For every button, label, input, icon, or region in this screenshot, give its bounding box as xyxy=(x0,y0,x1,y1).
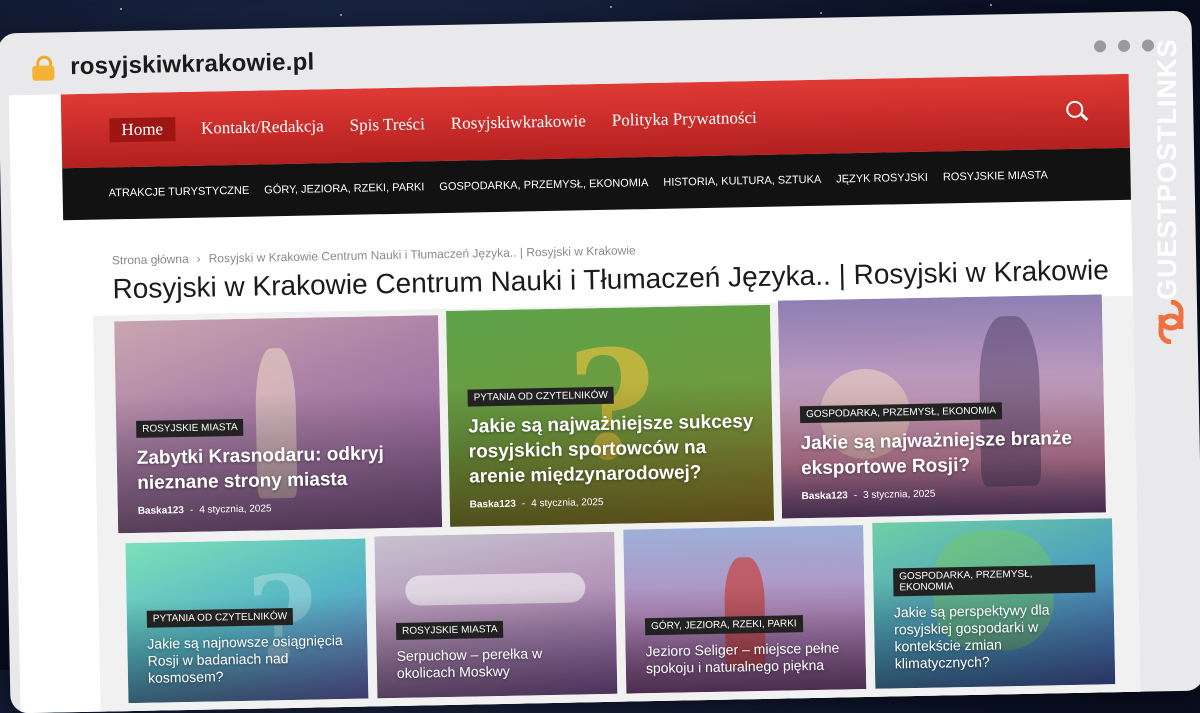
cat-gory[interactable]: GÓRY, JEZIORA, RZEKI, PARKI xyxy=(264,181,424,196)
post-card-4[interactable]: GOSPODARKA, PRZEMYSŁ, EKONOMIA Jakie są … xyxy=(872,518,1116,689)
badge-text: GUESTPOSTLINKS xyxy=(1152,38,1182,300)
featured-post-2[interactable]: ? PYTANIA OD CZYTELNIKÓW Jakie są najważ… xyxy=(445,304,775,527)
post-date: 4 stycznia, 2025 xyxy=(199,503,272,516)
breadcrumb-current: Rosyjski w Krakowie Centrum Nauki i Tłum… xyxy=(208,243,636,266)
post-title[interactable]: Jakie są najnowsze osiągnięcia Rosji w b… xyxy=(147,632,350,687)
post-author[interactable]: Baska123 xyxy=(138,505,184,517)
post-author[interactable]: Baska123 xyxy=(470,499,516,511)
cat-miasta[interactable]: ROSYJSKIE MIASTA xyxy=(943,169,1048,183)
post-title[interactable]: Zabytki Krasnodaru: odkryj nieznane stro… xyxy=(137,440,424,495)
featured-post-1[interactable]: ROSYJSKIE MIASTA Zabytki Krasnodaru: odk… xyxy=(114,315,443,534)
post-category[interactable]: ROSYJSKIE MIASTA xyxy=(136,418,244,438)
post-author[interactable]: Baska123 xyxy=(802,490,848,502)
web-page: Home Kontakt/Redakcja Spis Treści Rosyjs… xyxy=(8,73,1141,713)
cat-gospodarka[interactable]: GOSPODARKA, PRZEMYSŁ, EKONOMIA xyxy=(439,177,648,193)
post-category[interactable]: ROSYJSKIE MIASTA xyxy=(395,620,504,640)
post-category[interactable]: PYTANIA OD CZYTELNIKÓW xyxy=(467,386,615,407)
post-card-3[interactable]: GÓRY, JEZIORA, RZEKI, PARKI Jezioro Seli… xyxy=(623,524,867,694)
cat-historia[interactable]: HISTORIA, KULTURA, SZTUKA xyxy=(663,174,821,189)
nav-polityka[interactable]: Polityka Prywatności xyxy=(612,108,757,131)
post-category[interactable]: GOSPODARKA, PRZEMYSŁ, EKONOMIA xyxy=(893,564,1096,597)
nav-home[interactable]: Home xyxy=(109,117,176,143)
chain-link-icon xyxy=(1158,300,1184,344)
lock-icon xyxy=(32,55,55,81)
post-title[interactable]: Jakie są najważniejsze sukcesy rosyjskic… xyxy=(468,409,755,489)
guestpostlinks-badge: GUESTPOSTLINKS xyxy=(1144,0,1200,670)
breadcrumb: Strona główna › Rosyjski w Krakowie Centru… xyxy=(111,243,636,268)
post-title[interactable]: Jezioro Seliger – miejsce pełne spokoju … xyxy=(645,639,848,677)
post-date: 4 stycznia, 2025 xyxy=(531,496,604,510)
post-title[interactable]: Jakie są perspektywy dla rosyjskiej gosp… xyxy=(894,601,1097,673)
featured-post-3[interactable]: GOSPODARKA, PRZEMYSŁ, EKONOMIA Jakie są … xyxy=(777,294,1106,519)
post-card-2[interactable]: ROSYJSKIE MIASTA Serpuchow – perełka w o… xyxy=(374,531,618,699)
post-category[interactable]: PYTANIA OD CZYTELNIKÓW xyxy=(146,607,294,628)
nav-spis-tresci[interactable]: Spis Treści xyxy=(350,114,425,135)
post-title[interactable]: Serpuchow – perełka w okolicach Moskwy xyxy=(396,644,599,682)
nav-rosyjskiwkrakowie[interactable]: Rosyjskiwkrakowie xyxy=(451,111,586,134)
post-category[interactable]: GOSPODARKA, PRZEMYSŁ, EKONOMIA xyxy=(799,402,1003,424)
cat-jezyk[interactable]: JĘZYK ROSYJSKI xyxy=(836,172,928,186)
breadcrumb-home[interactable]: Strona główna xyxy=(112,252,189,267)
browser-window: rosyjskiwkrakowie.pl Home Kontakt/Redakc… xyxy=(0,10,1200,713)
post-title[interactable]: Jakie są najważniejsze branże eksportowe… xyxy=(800,426,1087,481)
post-category[interactable]: GÓRY, JEZIORA, RZEKI, PARKI xyxy=(644,615,803,636)
post-card-1[interactable]: ? PYTANIA OD CZYTELNIKÓW Jakie są najnow… xyxy=(125,538,369,704)
post-date: 3 stycznia, 2025 xyxy=(863,488,936,501)
cat-atrakcje[interactable]: ATRAKCJE TURYSTYCZNE xyxy=(109,185,250,200)
search-icon[interactable] xyxy=(1066,100,1084,119)
nav-kontakt[interactable]: Kontakt/Redakcja xyxy=(201,116,324,138)
url-text[interactable]: rosyjskiwkrakowie.pl xyxy=(70,48,315,81)
